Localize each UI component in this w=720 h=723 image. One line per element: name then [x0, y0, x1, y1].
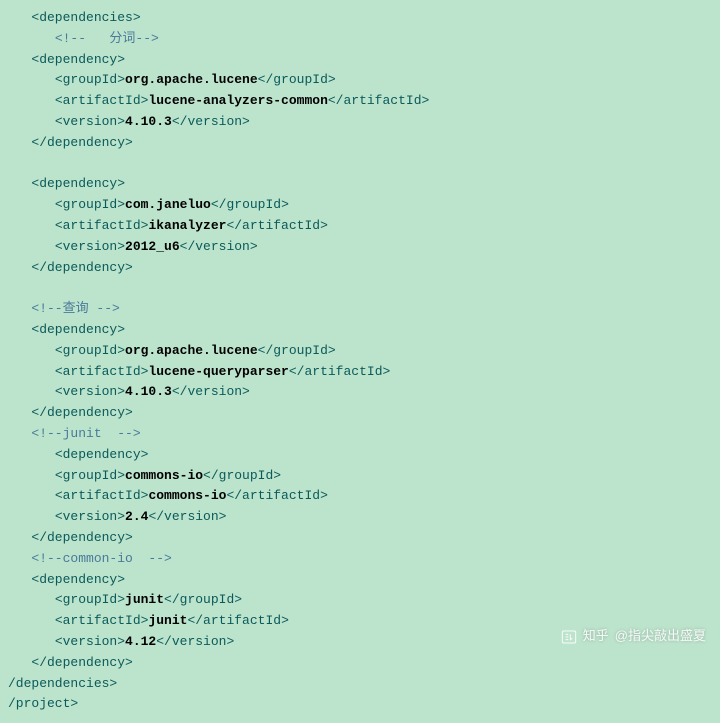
tag: <version> — [55, 114, 125, 129]
tag: <groupId> — [55, 592, 125, 607]
value: commons-io — [125, 468, 203, 483]
tag: </groupId> — [203, 468, 281, 483]
value: 2012_u6 — [125, 239, 180, 254]
watermark-brand: 知乎 — [583, 626, 609, 647]
tag: <groupId> — [55, 197, 125, 212]
tag: </dependency> — [31, 530, 132, 545]
tag: /project> — [8, 696, 78, 711]
tag: <version> — [55, 239, 125, 254]
comment-junit: <!--junit --> — [31, 426, 140, 441]
tag: </dependency> — [31, 135, 132, 150]
value: commons-io — [148, 488, 226, 503]
watermark: 知乎 @指尖敲出盛夏 — [561, 626, 706, 647]
tag: </dependency> — [31, 655, 132, 670]
tag: <artifactId> — [55, 613, 149, 628]
tag: </version> — [172, 384, 250, 399]
value: 4.12 — [125, 634, 156, 649]
comment-fenci: <!-- 分词--> — [55, 31, 159, 46]
value: 4.10.3 — [125, 384, 172, 399]
tag: <groupId> — [55, 72, 125, 87]
tag: </groupId> — [258, 72, 336, 87]
watermark-author: @指尖敲出盛夏 — [615, 626, 706, 647]
tag: </artifactId> — [187, 613, 288, 628]
comment-commonio: <!--common-io --> — [31, 551, 171, 566]
tag: </version> — [156, 634, 234, 649]
tag: </version> — [172, 114, 250, 129]
value: ikanalyzer — [148, 218, 226, 233]
tag: </artifactId> — [226, 218, 327, 233]
value: junit — [148, 613, 187, 628]
comment-chaxun: <!--查询 --> — [31, 301, 119, 316]
zhihu-icon — [561, 629, 577, 645]
tag: </dependency> — [31, 260, 132, 275]
tag: <dependency> — [31, 322, 125, 337]
value: 2.4 — [125, 509, 148, 524]
value: org.apache.lucene — [125, 72, 258, 87]
value: org.apache.lucene — [125, 343, 258, 358]
tag: /dependencies> — [8, 676, 117, 691]
tag: </version> — [180, 239, 258, 254]
code-block: <dependencies> <!-- 分词--> <dependency> <… — [8, 8, 712, 715]
tag: </version> — [148, 509, 226, 524]
tag: </groupId> — [258, 343, 336, 358]
value: 4.10.3 — [125, 114, 172, 129]
tag: <artifactId> — [55, 218, 149, 233]
tag: </groupId> — [211, 197, 289, 212]
value: lucene-queryparser — [148, 364, 288, 379]
tag: <dependencies> — [31, 10, 140, 25]
tag: <artifactId> — [55, 488, 149, 503]
tag: </groupId> — [164, 592, 242, 607]
tag: </dependency> — [31, 405, 132, 420]
value: com.janeluo — [125, 197, 211, 212]
tag: <dependency> — [31, 52, 125, 67]
tag: <version> — [55, 509, 125, 524]
tag: <artifactId> — [55, 364, 149, 379]
tag: <groupId> — [55, 468, 125, 483]
tag: <dependency> — [31, 572, 125, 587]
tag: </artifactId> — [226, 488, 327, 503]
tag: </artifactId> — [328, 93, 429, 108]
tag: <dependency> — [31, 176, 125, 191]
tag: <artifactId> — [55, 93, 149, 108]
value: lucene-analyzers-common — [148, 93, 327, 108]
tag: </artifactId> — [289, 364, 390, 379]
tag: <version> — [55, 384, 125, 399]
tag: <version> — [55, 634, 125, 649]
tag: <dependency> — [55, 447, 149, 462]
value: junit — [125, 592, 164, 607]
tag: <groupId> — [55, 343, 125, 358]
